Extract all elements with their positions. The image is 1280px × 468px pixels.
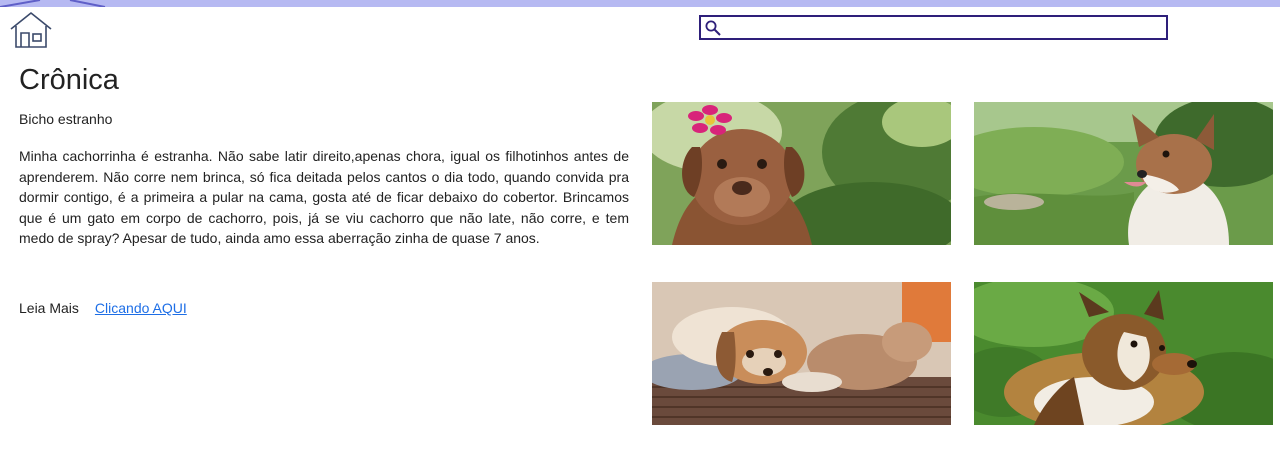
puppy-with-flower-photo <box>652 102 951 245</box>
search-bar[interactable] <box>699 15 1168 40</box>
top-bar-decoration <box>0 0 106 7</box>
read-more-link[interactable]: Clicando AQUI <box>95 300 187 316</box>
sheltie-dog-photo <box>974 282 1273 425</box>
dog-with-plush-photo <box>652 282 951 425</box>
article-title: Crônica <box>19 64 119 96</box>
read-more-label: Leia Mais <box>19 300 79 316</box>
read-more: Leia Mais Clicando AQUI <box>19 300 187 316</box>
home-icon <box>10 12 52 48</box>
home-button[interactable] <box>8 10 54 50</box>
top-bar <box>0 0 1280 7</box>
article-body: Minha cachorrinha é estranha. Não sabe l… <box>19 148 629 246</box>
dog-in-field-photo <box>974 102 1273 245</box>
search-input[interactable] <box>723 17 1163 38</box>
article-subtitle: Bicho estranho <box>19 111 113 127</box>
search-icon <box>705 20 721 36</box>
